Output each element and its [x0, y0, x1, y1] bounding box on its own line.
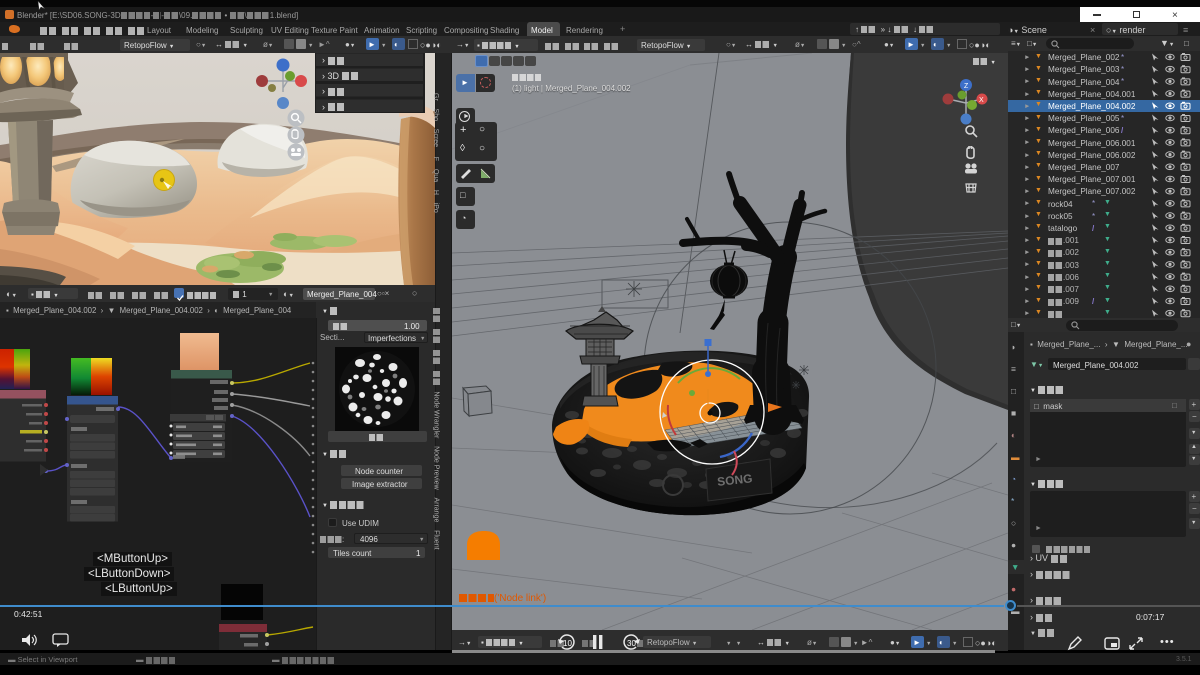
svg-text:Z: Z [964, 83, 969, 90]
svg-text:X: X [979, 97, 984, 104]
